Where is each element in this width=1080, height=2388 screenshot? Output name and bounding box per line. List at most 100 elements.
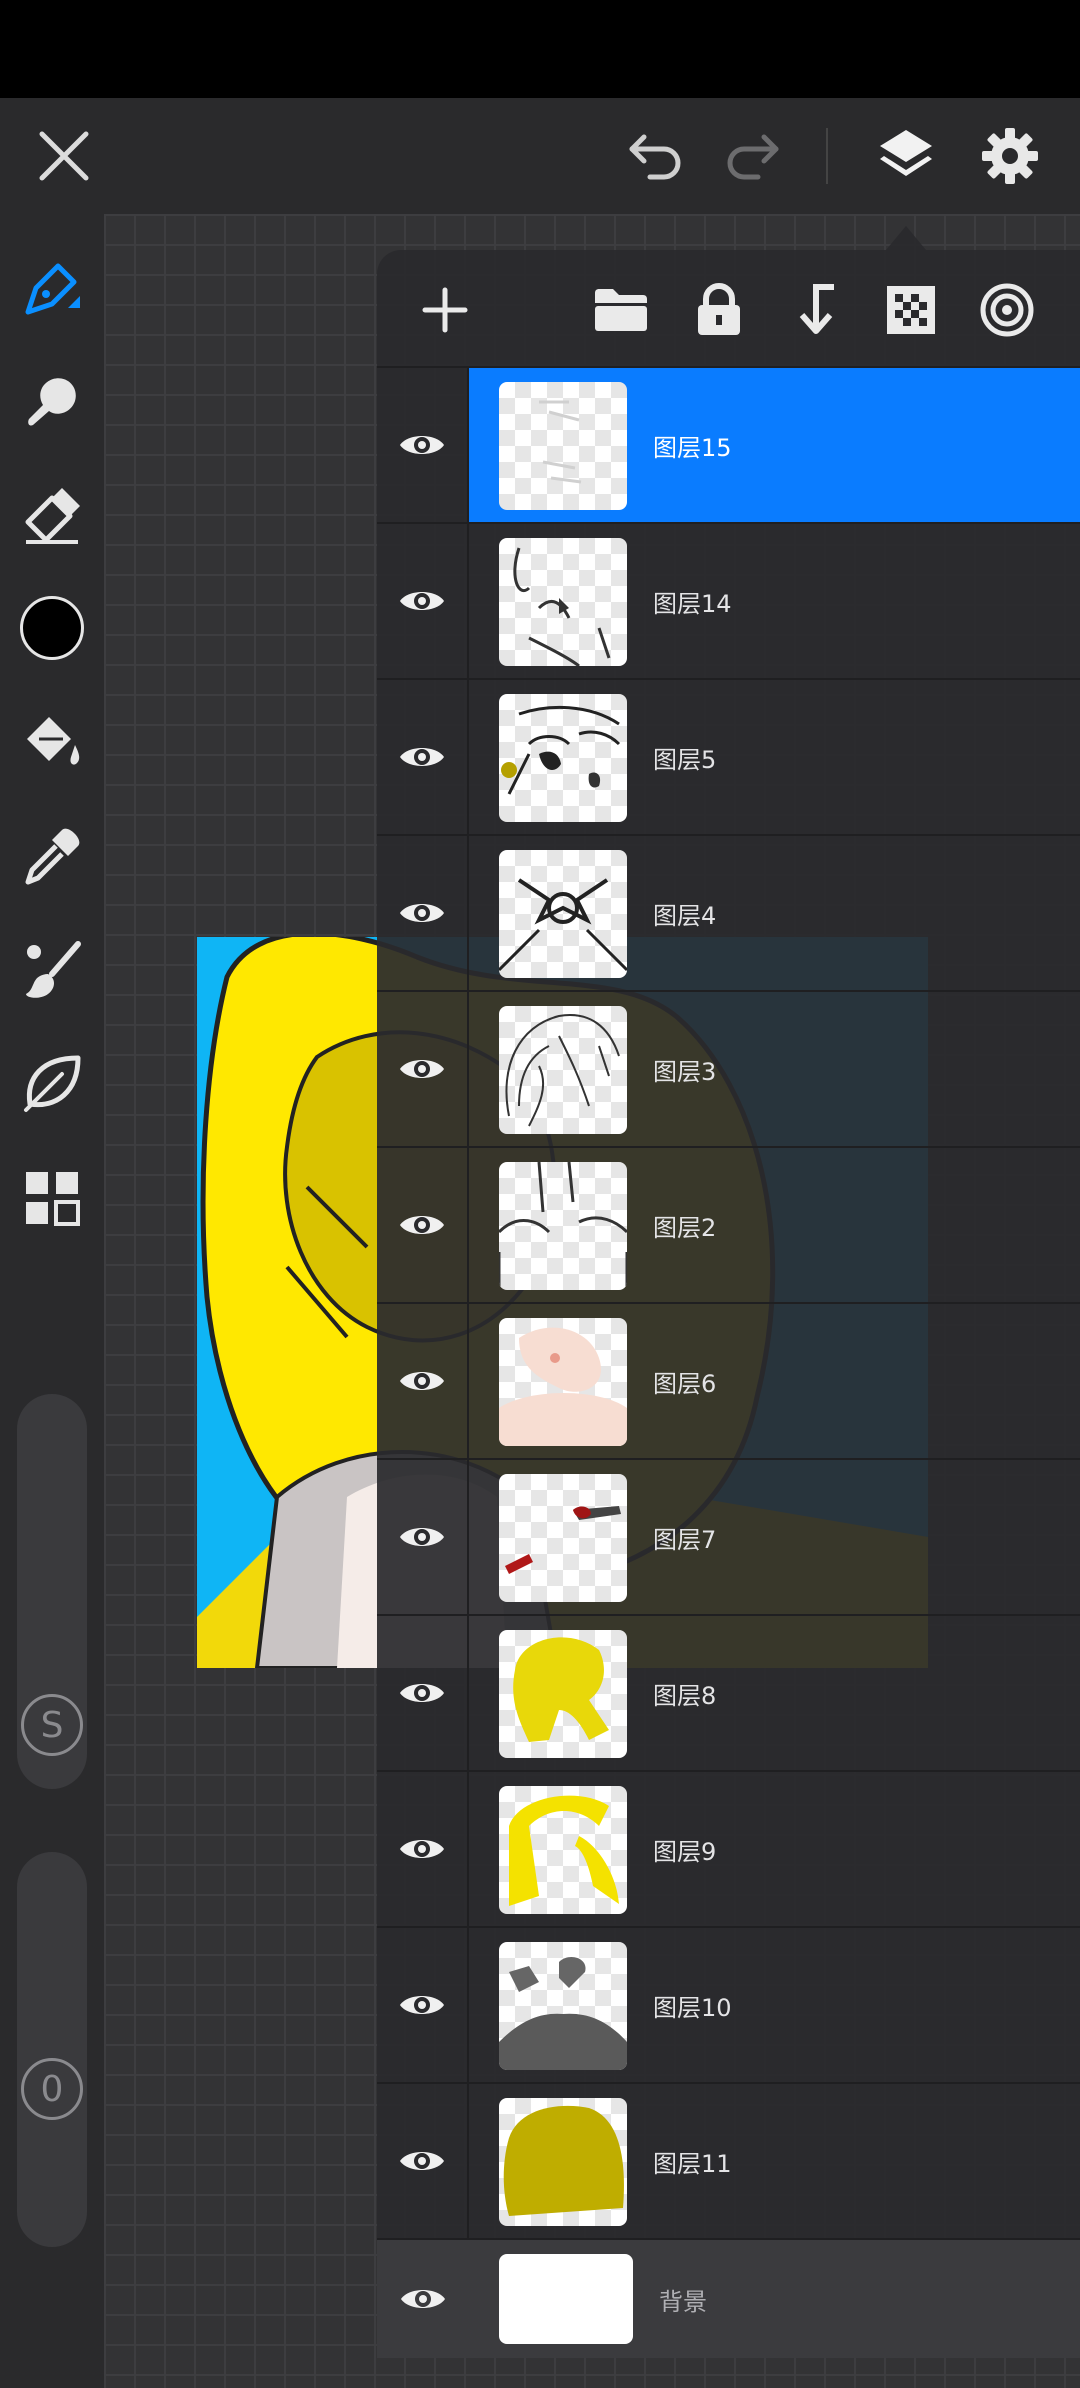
layer-thumbnail — [499, 1630, 627, 1758]
visibility-toggle[interactable] — [377, 1304, 469, 1458]
layer-row[interactable]: 图层5 — [377, 680, 1080, 836]
visibility-toggle[interactable] — [377, 2084, 469, 2238]
layer-content[interactable]: 图层15 — [469, 368, 1080, 522]
layer-content[interactable]: 图层8 — [469, 1616, 1080, 1770]
visibility-toggle[interactable] — [377, 836, 469, 990]
eraser-icon — [25, 488, 80, 544]
visibility-toggle[interactable] — [377, 1616, 469, 1770]
fill-tool[interactable] — [14, 704, 90, 780]
layers-panel-toolbar — [377, 250, 1080, 368]
layer-row[interactable]: 图层15 — [377, 368, 1080, 524]
paint-bucket-icon — [27, 717, 80, 765]
visibility-toggle[interactable] — [377, 992, 469, 1146]
opacity-knob[interactable]: 0 — [21, 2058, 83, 2120]
color-picker[interactable] — [14, 590, 90, 666]
eyedropper-tool[interactable] — [14, 818, 90, 894]
layer-content[interactable]: 图层4 — [469, 836, 1080, 990]
left-toolbar: S 0 — [0, 214, 104, 2388]
visibility-toggle[interactable] — [377, 1148, 469, 1302]
grid-icon — [26, 1172, 80, 1226]
layer-thumbnail — [499, 850, 627, 978]
layer-content[interactable]: 图层9 — [469, 1772, 1080, 1926]
layer-content[interactable]: 图层5 — [469, 680, 1080, 834]
layer-row[interactable]: 图层6 — [377, 1304, 1080, 1460]
layer-content[interactable]: 图层7 — [469, 1460, 1080, 1614]
add-folder-button[interactable] — [583, 272, 659, 348]
layer-thumbnail — [499, 1786, 627, 1914]
eye-icon — [400, 1528, 444, 1546]
brush-size-knob[interactable]: S — [21, 1694, 83, 1756]
layer-row[interactable]: 图层3 — [377, 992, 1080, 1148]
eye-icon — [400, 904, 444, 922]
visibility-toggle[interactable] — [377, 368, 469, 522]
layer-thumbnail — [499, 694, 627, 822]
layer-content[interactable]: 背景 — [469, 2240, 1080, 2358]
layer-name: 图层3 — [653, 1057, 717, 1086]
brush-tool[interactable] — [14, 932, 90, 1008]
eye-icon — [400, 1060, 444, 1078]
toolbar-divider — [826, 128, 828, 184]
layers-panel-caret — [886, 226, 926, 250]
undo-button[interactable] — [616, 116, 696, 196]
layer-name: 图层9 — [653, 1837, 717, 1866]
layer-name: 图层4 — [653, 901, 717, 930]
folder-icon — [595, 289, 647, 331]
layer-row[interactable]: 图层8 — [377, 1616, 1080, 1772]
layer-content[interactable]: 图层10 — [469, 1928, 1080, 2082]
pen-tool[interactable] — [14, 250, 90, 326]
more-tools-button[interactable] — [14, 1160, 90, 1236]
lasso-tool[interactable] — [14, 1046, 90, 1122]
background-layer-row[interactable]: 背景 — [377, 2240, 1080, 2358]
opacity-slider[interactable]: 0 — [17, 1852, 87, 2247]
size-slider-label: S — [40, 1704, 64, 1746]
blend-mode-button[interactable] — [969, 272, 1045, 348]
visibility-toggle[interactable] — [377, 1772, 469, 1926]
add-icon — [422, 287, 468, 333]
status-bar — [0, 0, 1080, 98]
visibility-toggle[interactable] — [377, 680, 469, 834]
layer-row[interactable]: 图层2 — [377, 1148, 1080, 1304]
layer-row[interactable]: 图层7 — [377, 1460, 1080, 1616]
transparency-lock-button[interactable] — [873, 272, 949, 348]
layer-row[interactable]: 图层14 — [377, 524, 1080, 680]
layer-thumbnail — [499, 538, 627, 666]
layer-row[interactable]: 图层9 — [377, 1772, 1080, 1928]
visibility-toggle[interactable] — [377, 524, 469, 678]
eyedropper-icon — [25, 828, 80, 885]
redo-button[interactable] — [712, 116, 792, 196]
layer-content[interactable]: 图层3 — [469, 992, 1080, 1146]
undo-icon — [629, 134, 681, 180]
layer-name: 图层8 — [653, 1681, 717, 1710]
visibility-toggle[interactable] — [377, 1460, 469, 1614]
gear-icon — [982, 128, 1038, 184]
layers-button[interactable] — [862, 112, 950, 200]
top-bar — [0, 98, 1080, 214]
layer-content[interactable]: 图层11 — [469, 2084, 1080, 2238]
brush-size-slider[interactable]: S — [17, 1394, 87, 1789]
layer-row[interactable]: 图层4 — [377, 836, 1080, 992]
color-swatch — [20, 596, 84, 660]
layer-content[interactable]: 图层6 — [469, 1304, 1080, 1458]
eye-icon — [400, 748, 444, 766]
eraser-tool[interactable] — [14, 478, 90, 554]
layer-thumbnail — [499, 382, 627, 510]
layer-name: 图层14 — [653, 589, 732, 618]
layer-content[interactable]: 图层14 — [469, 524, 1080, 678]
layer-name: 图层6 — [653, 1369, 717, 1398]
visibility-toggle[interactable] — [377, 2240, 469, 2358]
close-button[interactable] — [24, 116, 104, 196]
settings-button[interactable] — [966, 112, 1054, 200]
layer-row[interactable]: 图层11 — [377, 2084, 1080, 2240]
smudge-tool[interactable] — [14, 364, 90, 440]
close-icon — [39, 131, 89, 181]
layer-thumbnail — [499, 1006, 627, 1134]
visibility-toggle[interactable] — [377, 1928, 469, 2082]
merge-down-button[interactable] — [777, 272, 853, 348]
add-layer-button[interactable] — [407, 272, 483, 348]
leaf-icon — [24, 1055, 81, 1112]
layer-content[interactable]: 图层2 — [469, 1148, 1080, 1302]
layer-row[interactable]: 图层10 — [377, 1928, 1080, 2084]
layer-name: 图层15 — [653, 433, 732, 462]
brush-icon — [26, 941, 81, 998]
lock-layer-button[interactable] — [681, 272, 757, 348]
